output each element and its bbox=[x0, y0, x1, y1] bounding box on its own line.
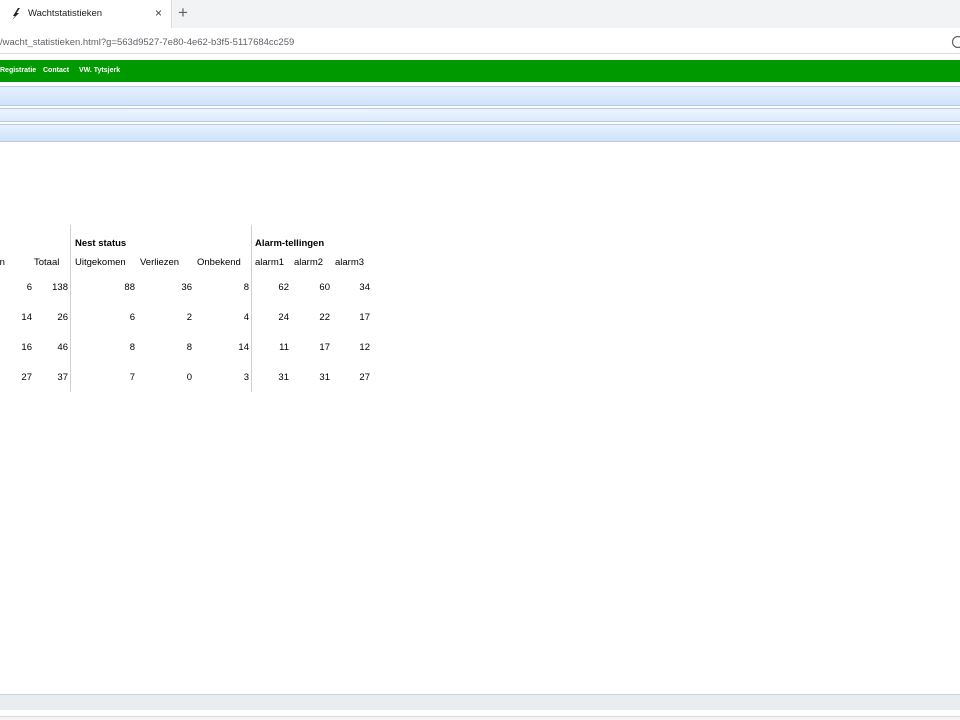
status-bar bbox=[0, 694, 960, 710]
cell-broedparen: 27 bbox=[21, 371, 32, 383]
group-header-alarm-tellingen: Alarm-tellingen bbox=[251, 225, 372, 252]
group-header-nest-status: Nest status bbox=[70, 225, 252, 252]
empty-header bbox=[34, 225, 71, 252]
cell-uitgekomen: 88 bbox=[70, 272, 137, 302]
cell-alarm1: 24 bbox=[251, 302, 291, 332]
cell-broedparen: 16 bbox=[21, 341, 32, 353]
column-header-alarm1: alarm1 bbox=[251, 252, 291, 272]
nav-link-vw-tytsjerk[interactable]: VW. Tytsjerk bbox=[79, 67, 120, 74]
column-header-totaal: Totaal bbox=[34, 256, 60, 268]
cell-alarm2: 31 bbox=[319, 371, 330, 383]
cell-totaal: 26 bbox=[57, 311, 68, 323]
toolbar-band bbox=[0, 124, 960, 142]
cell-verliezen: 2 bbox=[186, 311, 192, 323]
column-header-alarm3: alarm3 bbox=[335, 256, 365, 268]
subheader-band bbox=[0, 108, 960, 122]
cell-broedparen: 14 bbox=[21, 311, 32, 323]
url-text[interactable]: /wacht_statistieken.html?g=563d9527-7e80… bbox=[0, 37, 294, 48]
cell-alarm1: 31 bbox=[251, 362, 291, 392]
cell-verliezen: 36 bbox=[181, 281, 192, 293]
cell-alarm3: 34 bbox=[359, 281, 370, 293]
table-row: 14 26 6 2 4 24 22 17 bbox=[0, 302, 372, 332]
new-tab-button[interactable]: + bbox=[178, 3, 188, 23]
tab-title: Wachtstatistieken bbox=[28, 8, 103, 19]
table-row: 6 138 88 36 8 62 60 34 bbox=[0, 272, 372, 302]
cell-totaal: 37 bbox=[57, 371, 68, 383]
cell-uitgekomen: 6 bbox=[70, 302, 137, 332]
nav-link-contact[interactable]: Contact bbox=[43, 67, 69, 74]
address-bar[interactable]: /wacht_statistieken.html?g=563d9527-7e80… bbox=[0, 28, 960, 54]
cell-alarm1: 11 bbox=[251, 332, 291, 362]
column-header-broedparen: edparen bbox=[0, 256, 5, 268]
cell-totaal: 138 bbox=[52, 281, 68, 293]
cell-alarm2: 17 bbox=[319, 341, 330, 353]
cell-uitgekomen: 7 bbox=[70, 362, 137, 392]
cell-alarm2: 22 bbox=[319, 311, 330, 323]
browser-tab-strip: Wachtstatistieken × + bbox=[0, 0, 960, 28]
cell-onbekend: 3 bbox=[243, 371, 249, 383]
nav-link-registratie[interactable]: Registratie bbox=[0, 67, 36, 74]
column-header-row: edparen Totaal Uitgekomen Verliezen Onbe… bbox=[0, 252, 372, 272]
cell-alarm3: 12 bbox=[359, 341, 370, 353]
header-band bbox=[0, 86, 960, 106]
tab-close-button[interactable]: × bbox=[155, 6, 162, 20]
column-header-onbekend: Onbekend bbox=[197, 256, 241, 268]
cell-verliezen: 8 bbox=[186, 341, 192, 353]
table-row: 27 37 7 0 3 31 31 27 bbox=[0, 362, 372, 392]
cell-onbekend: 14 bbox=[238, 341, 249, 353]
cell-broedparen: 6 bbox=[26, 281, 32, 293]
cell-uitgekomen: 8 bbox=[70, 332, 137, 362]
browser-tab[interactable]: Wachtstatistieken × bbox=[0, 0, 172, 28]
info-icon[interactable] bbox=[951, 35, 960, 49]
site-nav: Registratie Contact VW. Tytsjerk bbox=[0, 60, 960, 82]
cell-alarm3: 27 bbox=[359, 371, 370, 383]
cell-onbekend: 4 bbox=[243, 311, 249, 323]
bird-logo-icon bbox=[12, 8, 20, 20]
column-header-uitgekomen: Uitgekomen bbox=[70, 252, 137, 272]
column-header-verliezen: Verliezen bbox=[140, 256, 180, 268]
cell-alarm2: 60 bbox=[319, 281, 330, 293]
empty-header bbox=[0, 225, 34, 252]
cell-alarm1: 62 bbox=[251, 272, 291, 302]
cell-verliezen: 0 bbox=[186, 371, 192, 383]
window-bottom-edge bbox=[0, 716, 960, 720]
column-header-alarm2: alarm2 bbox=[294, 256, 324, 268]
cell-totaal: 46 bbox=[57, 341, 68, 353]
group-header-row: Nest status Alarm-tellingen bbox=[0, 225, 372, 252]
table-row: 16 46 8 8 14 11 17 12 bbox=[0, 332, 372, 362]
cell-alarm3: 17 bbox=[359, 311, 370, 323]
statistics-table: Nest status Alarm-tellingen edparen Tota… bbox=[0, 225, 372, 392]
cell-onbekend: 8 bbox=[243, 281, 249, 293]
